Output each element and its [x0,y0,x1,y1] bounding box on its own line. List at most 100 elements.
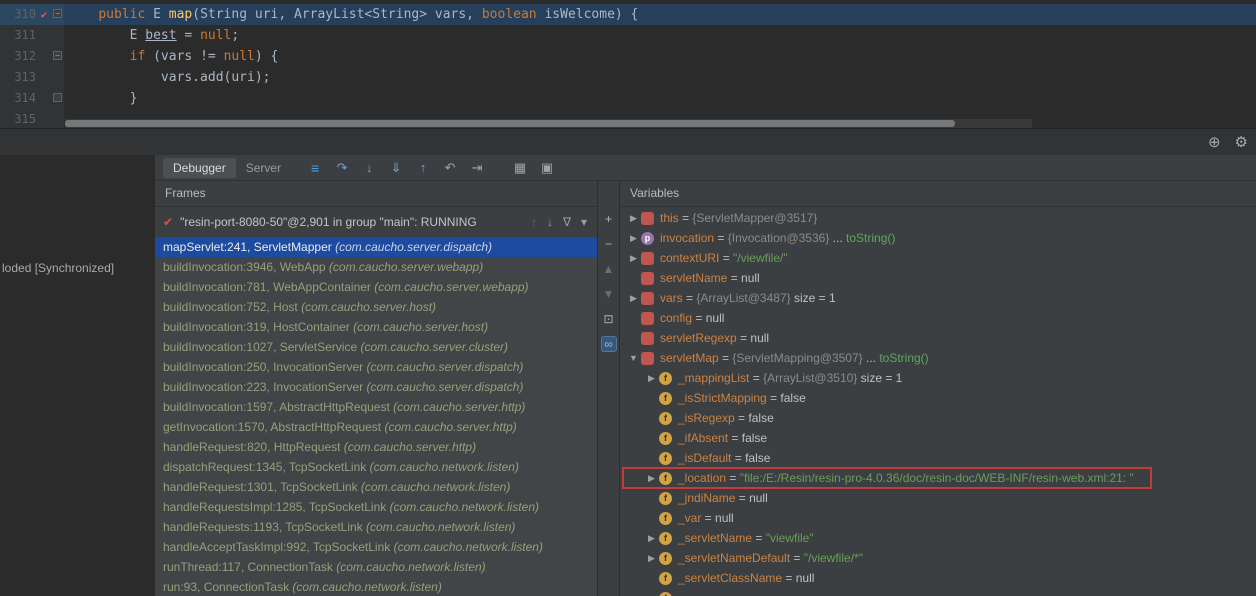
code-line[interactable]: 310 ✔ − public E map(String uri, ArrayList… [0,4,1256,25]
evaluate-expression-icon[interactable]: ▦ [510,160,530,176]
variable-row[interactable]: f _var = null [620,508,1256,528]
stack-frame[interactable]: dispatchRequest:1345, TcpSocketLink (com… [155,457,597,477]
variable-row[interactable]: servletName = null [620,268,1256,288]
variable-row[interactable]: f _jndiName = null [620,488,1256,508]
field-variable-icon: f [659,551,672,565]
tab-debugger[interactable]: Debugger [163,157,236,178]
show-watches-icon[interactable]: ∞ [600,336,617,352]
stack-frame[interactable]: buildInvocation:250, InvocationServer (c… [155,357,597,377]
editor-gutter[interactable]: 310 ✔ − [0,4,64,25]
code-line[interactable]: 311 E best = null; [0,25,1256,46]
stack-frame[interactable]: buildInvocation:223, InvocationServer (c… [155,377,597,397]
stack-frame[interactable]: handleRequest:820, HttpRequest (com.cauc… [155,437,597,457]
stack-frame[interactable]: getInvocation:1570, AbstractHttpRequest … [155,417,597,437]
fold-marker-icon[interactable] [52,88,64,109]
variable-value: null [795,571,815,585]
stack-frame[interactable]: buildInvocation:319, HostContainer (com.… [155,317,597,337]
variable-row[interactable]: f _isRegexp = false [620,408,1256,428]
variable-row[interactable]: ▶ contextURI = "/viewfile/" [620,248,1256,268]
stack-frame[interactable]: handleRequests:1193, TcpSocketLink (com.… [155,517,597,537]
duplicate-icon[interactable]: ⊡ [601,311,617,327]
expand-chevron-icon[interactable]: ▶ [626,213,641,224]
equals-sign: = [701,511,716,525]
code-line[interactable]: 314 } [0,88,1256,109]
editor-gutter[interactable]: 315 [0,109,64,128]
stack-frame[interactable]: buildInvocation:752, Host (com.caucho.se… [155,297,597,317]
layout-settings-icon[interactable]: ▣ [537,160,557,176]
expand-chevron-icon[interactable]: ▶ [626,293,641,304]
stack-frame[interactable]: runThread:117, ConnectionTask (com.cauch… [155,557,597,577]
stack-frame[interactable]: buildInvocation:1027, ServletService (co… [155,337,597,357]
step-into-icon[interactable]: ↓ [359,160,379,175]
code-line[interactable]: 312 − if (vars != null) { [0,46,1256,67]
variable-row[interactable]: ▶ p invocation = {Invocation@3536} ... toS… [620,228,1256,248]
fold-box[interactable] [53,93,62,102]
breakpoint-hit-icon[interactable]: ✔ [36,4,52,25]
expand-chevron-icon[interactable]: ▶ [626,253,641,264]
remove-watch-icon[interactable]: − [601,236,617,252]
code-editor[interactable]: 310 ✔ − public E map(String uri, ArrayList… [0,0,1256,128]
stack-frame[interactable]: buildInvocation:1597, AbstractHttpReques… [155,397,597,417]
equals-sign: = [790,551,804,565]
fold-box[interactable]: − [53,9,62,18]
code-text: if (vars != null) { [64,46,279,67]
variable-row[interactable]: f _isDefault = false [620,448,1256,468]
stack-frame[interactable]: mapServlet:241, ServletMapper (com.cauch… [155,237,597,257]
stack-frame[interactable]: handleAcceptTaskImpl:992, TcpSocketLink … [155,537,597,557]
stack-frame[interactable]: buildInvocation:781, WebAppContainer (co… [155,277,597,297]
editor-gutter[interactable]: 314 [0,88,64,109]
thread-dropdown-icon[interactable]: ▾ [581,215,587,229]
variable-row[interactable]: ▶ vars = {ArrayList@3487} size = 1 [620,288,1256,308]
expand-chevron-icon[interactable]: ▶ [626,233,641,244]
fold-box[interactable]: − [53,51,62,60]
tab-server[interactable]: Server [236,158,291,178]
filter-frames-icon[interactable]: ∇ [563,215,571,229]
variable-row[interactable]: ▶ f _location = "file:/E:/Resin/resin-pro-… [620,467,1256,489]
variable-row[interactable]: f _servletClassName = null [620,568,1256,588]
scrollbar-thumb[interactable] [65,120,955,127]
code-token: public [98,7,154,22]
editor-gutter[interactable]: 313 [0,67,64,88]
force-step-into-icon[interactable]: ⇓ [386,160,406,176]
variable-row[interactable]: ▶ f _mappingList = {ArrayList@3510} size =… [620,368,1256,388]
tostring-link[interactable]: toString() [879,351,928,365]
variable-row[interactable]: f _isStrictMapping = false [620,388,1256,408]
stack-frame[interactable]: buildInvocation:3946, WebApp (com.caucho… [155,257,597,277]
stack-frame[interactable]: handleRequestsImpl:1285, TcpSocketLink (… [155,497,597,517]
drop-frame-icon[interactable]: ↶ [440,160,460,176]
editor-gutter[interactable]: 311 [0,25,64,46]
add-watch-icon[interactable]: + [601,211,617,227]
variable-row[interactable]: servletRegexp = null [620,328,1256,348]
expand-chevron-icon[interactable]: ▼ [626,353,641,363]
variable-row[interactable]: ▶ f _servletNameDefault = "/viewfile/*" [620,548,1256,568]
variable-row[interactable]: f [620,588,1256,596]
target-icon[interactable]: ⊕ [1208,133,1221,151]
code-line[interactable]: 313 vars.add(uri); [0,67,1256,88]
expand-chevron-icon[interactable]: ▶ [644,553,659,564]
editor-gutter[interactable]: 312 − [0,46,64,67]
editor-horizontal-scrollbar[interactable] [65,119,1032,128]
tostring-link[interactable]: toString() [846,231,895,245]
expand-chevron-icon[interactable]: ▶ [644,473,659,484]
variable-row[interactable]: config = null [620,308,1256,328]
variable-row[interactable]: f _ifAbsent = false [620,428,1256,448]
stack-frame[interactable]: run:93, ConnectionTask (com.caucho.netwo… [155,577,597,596]
variable-row[interactable]: ▶ this = {ServletMapper@3517} [620,208,1256,228]
next-frame-icon[interactable]: ↓ [547,215,553,229]
expand-chevron-icon[interactable]: ▶ [644,533,659,544]
layout-menu-icon[interactable]: ≡ [305,160,325,176]
code-token: E [153,7,169,22]
thread-selector[interactable]: ✔ "resin-port-8080-50"@2,901 in group "m… [155,207,597,237]
step-out-icon[interactable]: ↑ [413,160,433,175]
fold-marker-icon[interactable]: − [52,46,64,67]
code-token: vars.add(uri); [67,70,271,85]
variable-row[interactable]: ▶ f _servletName = "viewfile" [620,528,1256,548]
variable-row[interactable]: ▼ servletMap = {ServletMapping@3507} ... … [620,348,1256,368]
expand-chevron-icon[interactable]: ▶ [644,373,659,384]
gear-icon[interactable]: ⚙ [1235,133,1248,151]
run-to-cursor-icon[interactable]: ⇥ [467,160,487,176]
step-over-icon[interactable]: ↷ [332,160,352,176]
stack-frame[interactable]: handleRequest:1301, TcpSocketLink (com.c… [155,477,597,497]
fold-marker-icon[interactable]: − [52,4,64,25]
variable-name: _servletClassName [678,571,783,585]
